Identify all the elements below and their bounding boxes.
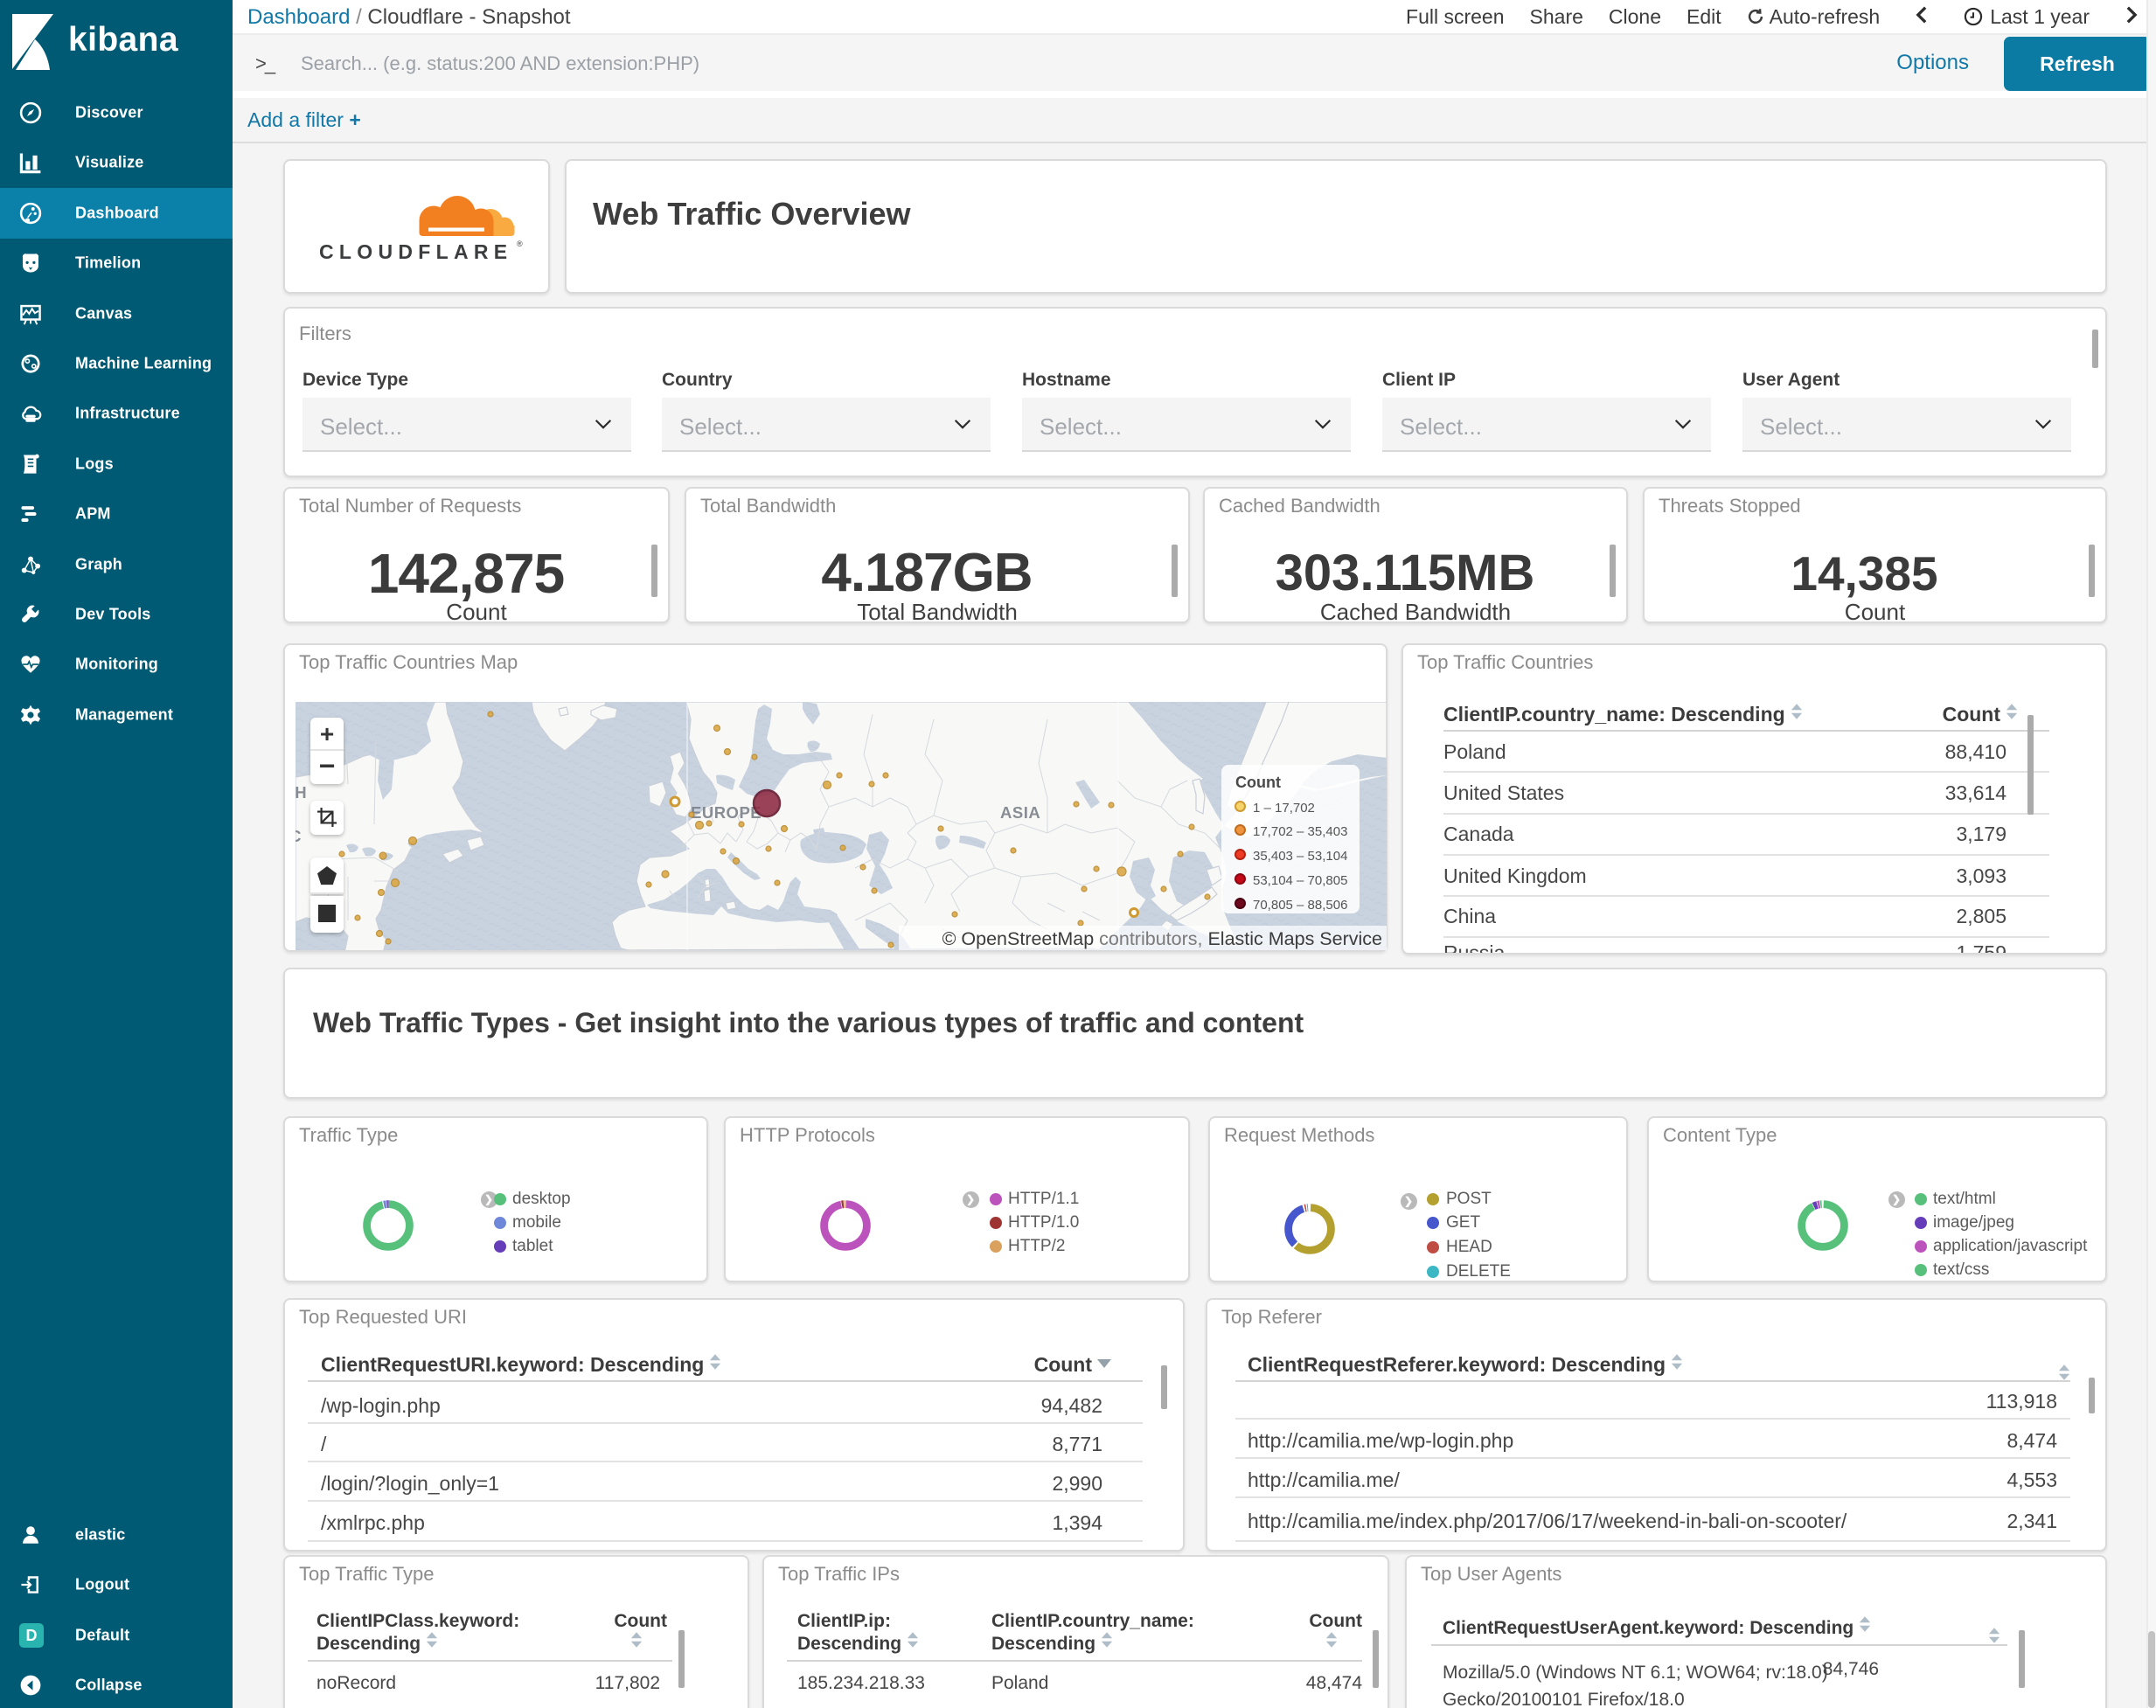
svg-text:ASIA: ASIA <box>1000 803 1040 822</box>
svg-text:IC: IC <box>296 827 302 845</box>
svg-text:EUROPE: EUROPE <box>691 803 762 822</box>
svg-text:© OpenStreetMap contributors,: © OpenStreetMap contributors, Elastic Ma… <box>942 928 1382 949</box>
svg-text:CLOUDFLARE: CLOUDFLARE <box>319 240 512 263</box>
svg-text:®: ® <box>517 240 523 248</box>
svg-text:TH: TH <box>296 783 307 802</box>
